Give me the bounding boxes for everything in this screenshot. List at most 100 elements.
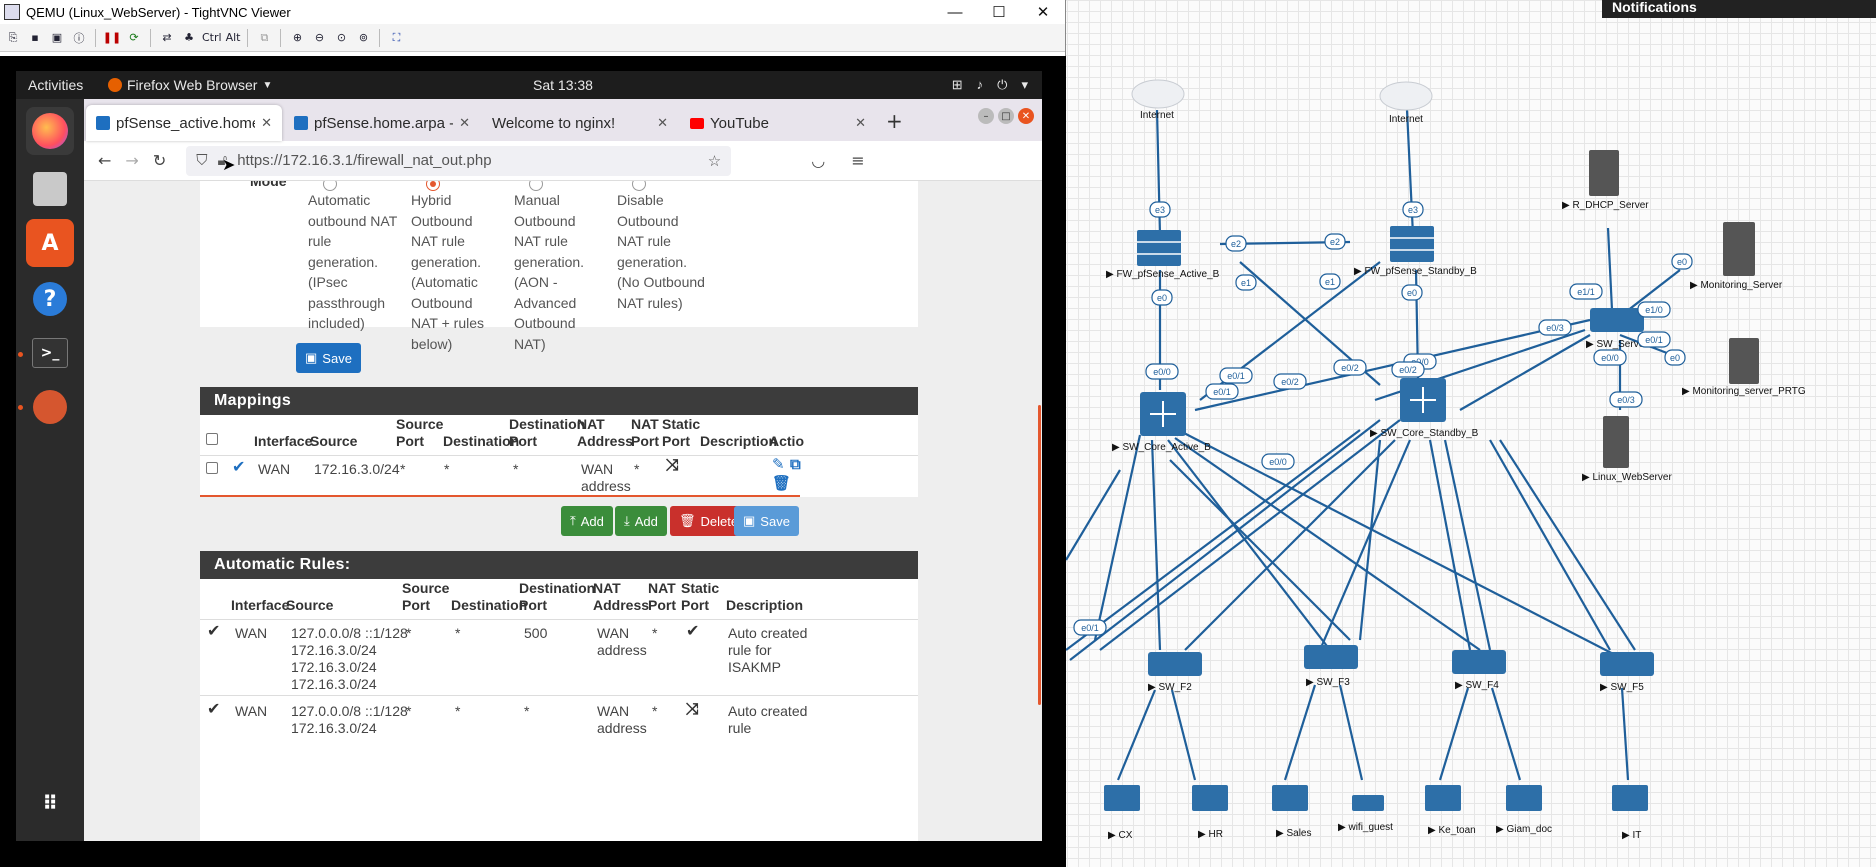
tab-pfsense-active[interactable]: pfSense_active.home ✕ — [86, 105, 282, 141]
mode-label: Mode — [250, 181, 287, 189]
enabled-check-icon[interactable]: ✔ — [232, 457, 245, 476]
close-icon[interactable]: ✕ — [1021, 3, 1065, 21]
tab-pfsense-home-arpa[interactable]: pfSense.home.arpa - F ✕ — [284, 105, 480, 141]
mapping-destination-port: * — [513, 461, 519, 477]
reload-icon[interactable]: ↻ — [153, 151, 166, 170]
back-arrow-icon[interactable]: ← — [98, 151, 111, 170]
page-viewport[interactable]: Mode Automatic outbound NAT rule generat… — [84, 181, 1042, 841]
forward-arrow-icon[interactable]: → — [125, 151, 138, 170]
file-transfer-icon[interactable]: ♣ — [180, 29, 198, 47]
add-rule-bottom-button[interactable]: ⤓ Add — [615, 506, 667, 536]
options-icon[interactable]: ▣ — [48, 29, 66, 47]
mode-save-button[interactable]: ▣ Save — [296, 343, 361, 373]
tracking-shield-icon: ⛉ — [196, 152, 208, 169]
chevron-down-icon: ▼ — [262, 79, 273, 91]
notifications-header: Notifications — [1602, 0, 1876, 18]
port-label: e0/0 — [1269, 457, 1287, 467]
url-bar[interactable]: ⛉ 🔓︎ https://172.16.3.1/firewall_nat_out… — [186, 145, 732, 176]
bookmark-star-icon[interactable]: ☆ — [708, 152, 721, 170]
tab-label: YouTube — [710, 114, 769, 132]
header-line: Source — [396, 416, 444, 432]
cell-line: address — [597, 642, 647, 658]
zoom-in-icon[interactable]: ⊕ — [288, 29, 306, 47]
show-apps-grid-icon[interactable]: ⠿ — [26, 779, 74, 827]
trash-icon[interactable]: 🗑︎ — [772, 474, 791, 492]
close-tab-icon[interactable]: ✕ — [261, 115, 272, 131]
cell-line: 172.16.3.0/24 — [291, 676, 377, 692]
pfsense-favicon-icon — [96, 116, 110, 130]
copy-icon[interactable]: ⧉ — [790, 455, 801, 473]
info-icon[interactable]: ⓘ — [70, 29, 88, 47]
mappings-title: Mappings — [200, 387, 918, 415]
svg-text:▶ Linux_WebServer: ▶ Linux_WebServer — [1582, 472, 1672, 483]
edit-pencil-icon[interactable]: ✎ — [772, 455, 785, 473]
running-indicator — [18, 352, 23, 357]
zoom-100-icon[interactable]: ⊙ — [332, 29, 350, 47]
tab-youtube[interactable]: YouTube ✕ — [680, 105, 876, 141]
zoom-fit-icon[interactable]: ⊚ — [354, 29, 372, 47]
clock[interactable]: Sat 13:38 — [533, 77, 593, 93]
auto-rule-source: 127.0.0.0/8 ::1/128 172.16.3.0/24 172.16… — [291, 625, 408, 693]
port-label: e0 — [1407, 288, 1417, 298]
add-rule-top-button[interactable]: ⤒ Add — [561, 506, 613, 536]
alt-key-button[interactable]: Alt — [226, 29, 241, 47]
ctrl-key-button[interactable]: Ctrl — [202, 29, 222, 47]
mappings-save-button[interactable]: ▣ Save — [734, 506, 799, 536]
cell-line: 127.0.0.0/8 ::1/128 — [291, 625, 408, 641]
app-menu[interactable]: Firefox Web Browser ▼ — [108, 77, 272, 93]
maximize-icon[interactable]: □ — [998, 108, 1014, 124]
refresh-icon[interactable]: ⟳ — [125, 29, 143, 47]
mode-option-line: Hybrid — [411, 192, 452, 208]
close-icon[interactable]: ✕ — [1018, 108, 1034, 124]
help-dock-icon[interactable]: ? — [26, 275, 74, 323]
svg-text:▶ Giam_doc: ▶ Giam_doc — [1496, 824, 1552, 835]
col-source-port: Source Port — [396, 416, 443, 450]
minimize-icon[interactable]: – — [978, 108, 994, 124]
svg-text:▶ SW_F2: ▶ SW_F2 — [1148, 682, 1192, 693]
save-icon[interactable]: ▪ — [26, 29, 44, 47]
url-text: https://172.16.3.1/firewall_nat_out.php — [237, 152, 492, 169]
firefox-dock-icon[interactable] — [26, 107, 74, 155]
scrollbar-thumb[interactable] — [1038, 405, 1041, 705]
new-connection-icon[interactable]: ⎘ — [4, 29, 22, 47]
settings-dock-icon[interactable] — [26, 383, 74, 431]
terminal-dock-icon[interactable]: >_ — [26, 329, 74, 377]
mouse-cursor-icon: ➤ — [222, 155, 236, 174]
hamburger-menu-icon[interactable]: ≡ — [851, 151, 864, 170]
files-dock-icon[interactable] — [26, 165, 74, 213]
system-tray[interactable]: ⊞ ♪ ⏻ ▾ — [952, 77, 1028, 93]
col-nat-address: NAT Address — [577, 416, 633, 450]
close-tab-icon[interactable]: ✕ — [657, 115, 668, 131]
software-dock-icon[interactable]: A — [26, 219, 74, 267]
mode-option-line: below) — [411, 335, 453, 352]
svg-text:▶ Ke_toan: ▶ Ke_toan — [1428, 825, 1476, 836]
tab-label: Welcome to nginx! — [492, 114, 616, 132]
zoom-out-icon[interactable]: ⊖ — [310, 29, 328, 47]
transfer-icon[interactable]: ⇄ — [158, 29, 176, 47]
pause-icon[interactable]: ❚❚ — [103, 29, 121, 47]
new-tab-icon[interactable]: + — [886, 109, 903, 133]
activities-button[interactable]: Activities — [28, 77, 108, 93]
mode-option-line: Automatic — [308, 192, 371, 208]
header-line: NAT — [648, 580, 676, 596]
toolbar-divider — [247, 28, 249, 47]
fullscreen-icon[interactable]: ⛶ — [387, 29, 405, 47]
pocket-icon[interactable]: ◡ — [811, 151, 825, 170]
mode-option-hybrid-text: Hybrid Outbound NAT rule generation. (Au… — [411, 190, 511, 354]
clipboard-icon[interactable]: ⧉ — [255, 29, 273, 47]
shuffle-icon: ⤨ — [666, 455, 679, 474]
auto-rule-description: Auto created rule — [728, 703, 807, 737]
row-checkbox[interactable] — [206, 462, 218, 474]
svg-text:▶ IT: ▶ IT — [1622, 830, 1641, 841]
col-actions: Actio — [769, 433, 804, 449]
port-label: e0 — [1670, 353, 1680, 363]
select-all-checkbox[interactable] — [206, 433, 218, 445]
maximize-icon[interactable]: ☐ — [977, 3, 1021, 21]
tab-nginx[interactable]: Welcome to nginx! ✕ — [482, 105, 678, 141]
close-tab-icon[interactable]: ✕ — [855, 115, 866, 131]
auto-rule-interface: WAN — [235, 703, 268, 719]
minimize-icon[interactable]: — — [933, 4, 977, 21]
port-label: e1/0 — [1645, 305, 1663, 315]
port-label: e0/1 — [1081, 623, 1099, 633]
close-tab-icon[interactable]: ✕ — [459, 115, 470, 131]
